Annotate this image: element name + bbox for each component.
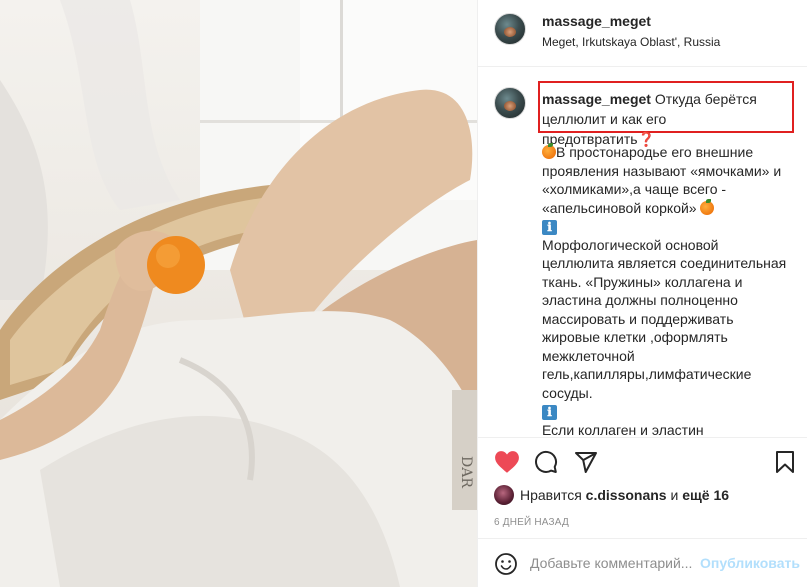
comment-bar: Опубликовать (478, 538, 807, 587)
caption-username[interactable]: massage_meget (542, 91, 651, 107)
bookmark-icon[interactable] (774, 450, 800, 476)
likes-summary: Нравится c.dissonans и ещё 16 (494, 485, 729, 505)
orange-icon (700, 198, 715, 215)
likes-prefix: Нравится (520, 487, 582, 503)
book-title: DAR (458, 456, 474, 488)
info-icon: ℹ (542, 405, 557, 420)
post-sidebar: massage_meget Meget, Irkutskaya Oblast',… (477, 0, 807, 587)
emoji-icon[interactable] (494, 552, 518, 576)
comment-icon[interactable] (534, 450, 560, 476)
post-photo[interactable]: DAR (0, 0, 477, 587)
photo-illustration: DAR (0, 0, 477, 587)
heart-icon[interactable] (494, 450, 520, 476)
caption-paragraph-2: Морфологической основой целлюлита являет… (542, 236, 787, 401)
caption-body: В простонародье его внешние проявления н… (542, 143, 792, 436)
author-username[interactable]: massage_meget (542, 13, 651, 29)
likes-others-link[interactable]: ещё 16 (682, 487, 729, 503)
post-location[interactable]: Meget, Irkutskaya Oblast', Russia (542, 35, 720, 49)
likes-conj: и (670, 487, 679, 503)
avatar[interactable] (494, 13, 526, 45)
caption-paragraph-1: В простонародье его внешние проявления н… (542, 144, 782, 216)
action-bar: Нравится c.dissonans и ещё 16 6 ДНЕЙ НАЗ… (478, 437, 807, 537)
share-icon[interactable] (574, 450, 600, 476)
post-timestamp[interactable]: 6 ДНЕЙ НАЗАД (494, 517, 569, 528)
caption-area: massage_meget Откуда берётся целлюлит и … (478, 67, 807, 436)
caption-paragraph-3: Если коллаген и эластин (542, 421, 704, 437)
orange-icon (542, 143, 556, 159)
publish-button[interactable]: Опубликовать (700, 555, 800, 571)
comment-input[interactable] (530, 551, 700, 575)
info-icon: ℹ (542, 220, 557, 235)
caption-title: massage_meget Откуда берётся целлюлит и … (542, 89, 782, 149)
caption-avatar[interactable] (494, 87, 526, 119)
post-header: massage_meget Meget, Irkutskaya Oblast',… (478, 0, 807, 67)
liker-avatar[interactable] (494, 485, 514, 505)
liker-username[interactable]: c.dissonans (586, 487, 667, 503)
